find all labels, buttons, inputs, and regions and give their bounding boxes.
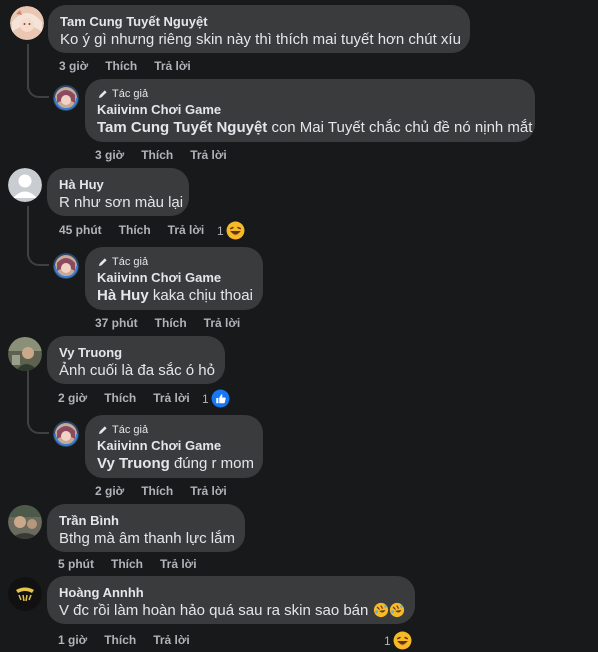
- reply-text: Hà Huy kaka chịu thoai: [97, 286, 253, 306]
- comment-bubble: Vy Truong Ảnh cuối là đa sắc ó hỏ: [47, 336, 225, 384]
- reaction-count: 1: [217, 223, 224, 238]
- like-button[interactable]: Thích: [111, 557, 143, 571]
- reaction-summary[interactable]: 1: [384, 631, 412, 650]
- avatar[interactable]: [10, 6, 44, 40]
- comment-actions: 45 phút Thích Trả lời: [59, 223, 221, 237]
- author-badge-label: Tác giả: [112, 424, 149, 436]
- comment-author[interactable]: Vy Truong: [59, 344, 213, 361]
- reply-button[interactable]: Trả lời: [168, 223, 205, 237]
- comment-author[interactable]: Hoàng Annhh: [59, 584, 403, 601]
- author-avatar[interactable]: [53, 85, 79, 111]
- reply-actions: 37 phút Thích Trả lời: [95, 316, 257, 330]
- author-avatar[interactable]: [53, 421, 79, 447]
- reply-text: Vy Truong đúng r mom: [97, 454, 254, 474]
- reply-text-body: con Mai Tuyết chắc chủ đề nó nịnh mắt: [267, 119, 533, 136]
- comment-text-body: V đc rồi làm hoàn hảo quá sau ra skin sa…: [59, 602, 369, 619]
- reaction-count: 1: [384, 633, 391, 648]
- reply-author[interactable]: Kaiivinn Chơi Game: [97, 269, 251, 286]
- avatar[interactable]: [8, 337, 42, 371]
- reaction-count: 1: [202, 391, 209, 406]
- comment-author[interactable]: Hà Huy: [59, 176, 177, 193]
- comment-author[interactable]: Trần Bình: [59, 512, 233, 529]
- comment-actions: 1 giờ Thích Trả lời: [58, 633, 207, 647]
- reply-time[interactable]: 37 phút: [95, 316, 138, 330]
- comment-bubble: Hà Huy R như sơn màu lại: [47, 168, 189, 216]
- reply-actions: 2 giờ Thích Trả lời: [95, 484, 244, 498]
- reply-button[interactable]: Trả lời: [160, 557, 197, 571]
- reply-text: Tam Cung Tuyết Nguyệt con Mai Tuyết chắc…: [97, 118, 532, 138]
- comment-actions: 5 phút Thích Trả lời: [58, 557, 214, 571]
- like-button[interactable]: Thích: [104, 633, 136, 647]
- reply-author[interactable]: Kaiivinn Chơi Game: [97, 101, 523, 118]
- comment-text: Bthg mà âm thanh lực lắm: [59, 530, 235, 547]
- comment-time[interactable]: 5 phút: [58, 557, 94, 571]
- reply-bubble: Tác giả Kaiivinn Chơi Game Vy Truong đún…: [85, 415, 263, 478]
- comment-text: V đc rồi làm hoàn hảo quá sau ra skin sa…: [59, 601, 403, 621]
- comment-text: R như sơn màu lại: [59, 194, 184, 211]
- avatar[interactable]: [8, 168, 42, 202]
- reply-bubble: Tác giả Kaiivinn Chơi Game Hà Huy kaka c…: [85, 247, 263, 310]
- like-button[interactable]: Thích: [141, 484, 173, 498]
- reply-author[interactable]: Kaiivinn Chơi Game: [97, 437, 251, 454]
- comment-actions: 3 giờ Thích Trả lời: [59, 59, 208, 73]
- reply-bubble: Tác giả Kaiivinn Chơi Game Tam Cung Tuyế…: [85, 79, 535, 142]
- comment-bubble: Hoàng Annhh V đc rồi làm hoàn hảo quá sa…: [47, 576, 415, 624]
- like-button[interactable]: Thích: [141, 148, 173, 162]
- like-button[interactable]: Thích: [119, 223, 151, 237]
- reply-actions: 3 giờ Thích Trả lời: [95, 148, 244, 162]
- mention-link[interactable]: Hà Huy: [97, 287, 149, 304]
- comment-text: Ko ý gì nhưng riêng skin này thì thích m…: [60, 31, 461, 48]
- author-badge: Tác giả: [97, 255, 251, 269]
- like-button[interactable]: Thích: [105, 59, 137, 73]
- author-avatar[interactable]: [53, 253, 79, 279]
- thread-connector: [27, 416, 49, 434]
- rofl-emoji-icon: [389, 602, 405, 618]
- comment-bubble: Tam Cung Tuyết Nguyệt Ko ý gì nhưng riên…: [48, 5, 470, 53]
- reply-button[interactable]: Trả lời: [153, 391, 190, 405]
- pen-icon: [97, 257, 108, 268]
- comment-time[interactable]: 3 giờ: [59, 59, 88, 73]
- reply-button[interactable]: Trả lời: [190, 484, 227, 498]
- like-button[interactable]: Thích: [104, 391, 136, 405]
- reaction-summary[interactable]: 1: [217, 221, 245, 240]
- reply-text-body: kaka chịu thoai: [148, 287, 253, 304]
- comment-author[interactable]: Tam Cung Tuyết Nguyệt: [60, 13, 458, 30]
- comment-time[interactable]: 1 giờ: [58, 633, 87, 647]
- reply-button[interactable]: Trả lời: [153, 633, 190, 647]
- haha-emoji-icon: [226, 221, 245, 240]
- reply-button[interactable]: Trả lời: [154, 59, 191, 73]
- pen-icon: [97, 425, 108, 436]
- reply-time[interactable]: 2 giờ: [95, 484, 124, 498]
- haha-emoji-icon: [393, 631, 412, 650]
- like-button[interactable]: Thích: [155, 316, 187, 330]
- mention-link[interactable]: Tam Cung Tuyết Nguyệt: [97, 119, 267, 136]
- pen-icon: [97, 89, 108, 100]
- comment-time[interactable]: 2 giờ: [58, 391, 87, 405]
- author-badge-label: Tác giả: [112, 88, 149, 100]
- author-badge: Tác giả: [97, 87, 523, 101]
- thread-connector: [27, 80, 49, 98]
- avatar[interactable]: [8, 577, 42, 611]
- author-badge: Tác giả: [97, 423, 251, 437]
- comment-actions: 2 giờ Thích Trả lời: [58, 391, 207, 405]
- reaction-summary[interactable]: 1: [202, 389, 230, 408]
- reply-button[interactable]: Trả lời: [190, 148, 227, 162]
- reply-time[interactable]: 3 giờ: [95, 148, 124, 162]
- author-badge-label: Tác giả: [112, 256, 149, 268]
- like-emoji-icon: [211, 389, 230, 408]
- comment-time[interactable]: 45 phút: [59, 223, 102, 237]
- rofl-emoji-icon: [373, 602, 389, 618]
- reply-button[interactable]: Trả lời: [204, 316, 241, 330]
- comment-bubble: Trần Bình Bthg mà âm thanh lực lắm: [47, 504, 245, 552]
- thread-connector: [27, 248, 49, 266]
- avatar[interactable]: [8, 505, 42, 539]
- comment-text: Ảnh cuối là đa sắc ó hỏ: [59, 362, 215, 379]
- mention-link[interactable]: Vy Truong: [97, 455, 170, 472]
- reply-text-body: đúng r mom: [169, 455, 254, 472]
